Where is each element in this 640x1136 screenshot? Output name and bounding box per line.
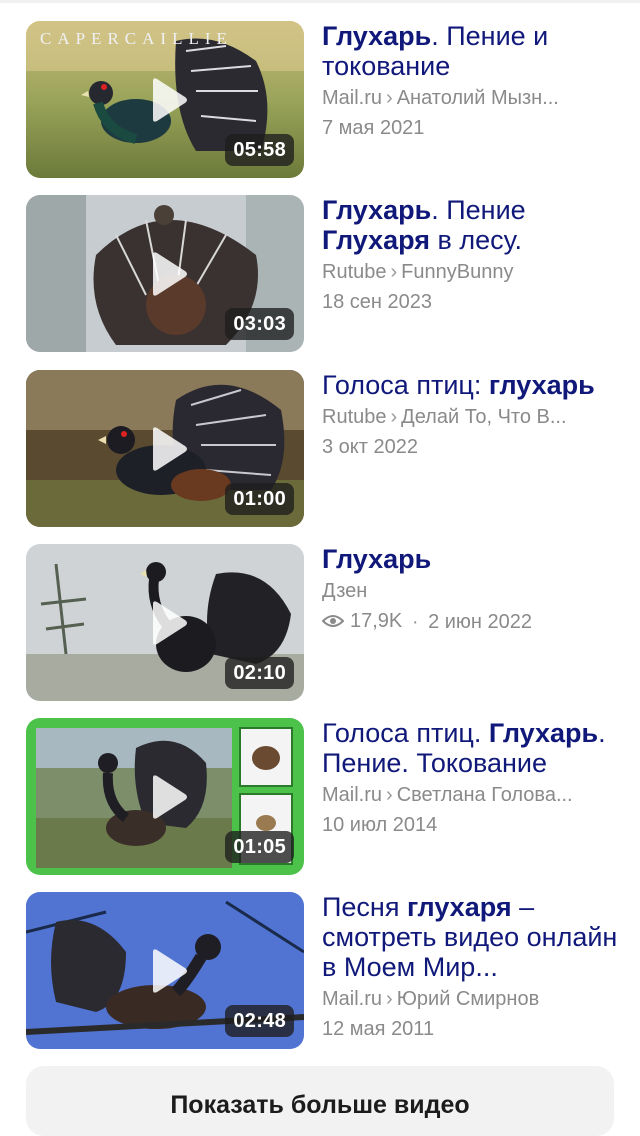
- title-bold-part: глухарь: [488, 370, 595, 400]
- play-icon[interactable]: [149, 77, 189, 123]
- breadcrumb-separator: ›: [386, 784, 393, 806]
- video-thumbnail[interactable]: 01:00: [26, 370, 304, 527]
- source-author: Анатолий Мызн...: [396, 87, 559, 109]
- video-duration: 03:03: [225, 308, 294, 340]
- video-thumbnail[interactable]: 01:05: [26, 718, 304, 875]
- video-duration: 01:05: [225, 831, 294, 863]
- video-result: 01:00 Голоса птиц: глухарь Rutube › Делай …: [26, 370, 626, 530]
- source-author: Юрий Смирнов: [396, 988, 540, 1010]
- title-bold-part: Глухарь: [322, 21, 432, 51]
- title-part: . Пение: [431, 195, 526, 225]
- source-site: Дзен: [322, 580, 368, 602]
- play-icon[interactable]: [149, 600, 189, 646]
- video-meta: Глухарь. Пение и токование Mail.ru › Анато…: [322, 21, 626, 140]
- video-source: Mail.ru › Светлана Голова...: [322, 783, 626, 807]
- title-bold-part: Глухарь: [322, 544, 432, 574]
- video-source: Rutube › FunnyBunny: [322, 260, 626, 284]
- eye-icon: [322, 615, 344, 627]
- title-bold-part: глухаря: [406, 892, 512, 922]
- video-meta: Песня глухаря – смотреть видео онлайн в …: [322, 892, 626, 1041]
- video-meta: Голоса птиц: глухарь Rutube › Делай То, Чт…: [322, 370, 626, 459]
- meta-separator: ·: [411, 611, 419, 633]
- video-duration: 01:00: [225, 483, 294, 515]
- play-icon[interactable]: [149, 948, 189, 994]
- video-date: 3 окт 2022: [322, 436, 418, 458]
- breadcrumb-separator: ›: [386, 87, 393, 109]
- title-part: в лесу.: [430, 225, 522, 255]
- video-title[interactable]: Глухарь. Пение и токование: [322, 21, 626, 81]
- video-source: Mail.ru › Юрий Смирнов: [322, 987, 626, 1011]
- breadcrumb-separator: ›: [386, 988, 393, 1010]
- title-bold-part: Глухарь: [322, 195, 432, 225]
- title-part: Песня: [322, 892, 407, 922]
- view-count-value: 17,9K: [350, 610, 403, 632]
- breadcrumb-separator: ›: [390, 261, 398, 283]
- title-part: Голоса птиц.: [322, 718, 489, 748]
- video-date: 10 июл 2014: [322, 814, 438, 836]
- video-meta: Глухарь Дзен 17,9K · 2 июн 2022: [322, 544, 626, 634]
- video-duration: 02:10: [225, 657, 294, 689]
- video-result: 01:05 Голоса птиц. Глухарь. Пение. Токов…: [26, 718, 626, 878]
- video-result: 02:48 Песня глухаря – смотреть видео онл…: [26, 892, 626, 1052]
- video-date: 2 июн 2022: [428, 611, 533, 633]
- top-divider: [0, 0, 640, 3]
- source-site: Mail.ru: [322, 87, 383, 109]
- video-thumbnail[interactable]: 02:48: [26, 892, 304, 1049]
- video-source: Mail.ru › Анатолий Мызн...: [322, 86, 626, 110]
- video-result: CAPERCAILLIE 05:58 Глухарь. Пение и токо…: [26, 21, 626, 181]
- play-icon[interactable]: [149, 426, 189, 472]
- title-part: Голоса птиц:: [322, 370, 489, 400]
- video-title[interactable]: Глухарь. Пение Глухаря в лесу.: [322, 195, 626, 255]
- source-site: Rutube: [322, 261, 387, 283]
- breadcrumb-separator: ›: [390, 406, 398, 428]
- source-site: Rutube: [322, 406, 387, 428]
- view-count: 17,9K: [322, 609, 402, 633]
- video-title[interactable]: Голоса птиц. Глухарь. Пение. Токование: [322, 718, 626, 778]
- video-meta: Глухарь. Пение Глухаря в лесу. Rutube › Fu…: [322, 195, 626, 314]
- video-title[interactable]: Голоса птиц: глухарь: [322, 370, 626, 400]
- video-date: 18 сен 2023: [322, 291, 433, 313]
- video-thumbnail[interactable]: 02:10: [26, 544, 304, 701]
- video-duration: 05:58: [225, 134, 294, 166]
- play-icon[interactable]: [149, 251, 189, 297]
- source-author: Делай То, Что В...: [401, 406, 567, 428]
- title-bold-part: Глухаря: [322, 225, 431, 255]
- video-meta: Голоса птиц. Глухарь. Пение. Токование M…: [322, 718, 626, 837]
- video-title[interactable]: Глухарь: [322, 544, 626, 574]
- video-thumbnail[interactable]: CAPERCAILLIE 05:58: [26, 21, 304, 178]
- source-author: Светлана Голова...: [396, 784, 573, 806]
- source-site: Mail.ru: [322, 784, 383, 806]
- video-result: 03:03 Глухарь. Пение Глухаря в лесу. Rut…: [26, 195, 626, 355]
- show-more-videos-button[interactable]: Показать больше видео: [26, 1066, 614, 1136]
- title-bold-part: Глухарь: [488, 718, 599, 748]
- source-author: FunnyBunny: [401, 261, 514, 283]
- video-source: Rutube › Делай То, Что В...: [322, 405, 626, 429]
- video-thumbnail[interactable]: 03:03: [26, 195, 304, 352]
- video-result: 02:10 Глухарь Дзен 17,9K · 2 июн 2022: [26, 544, 626, 704]
- video-source: Дзен: [322, 579, 626, 603]
- thumbnail-caption: CAPERCAILLIE: [40, 29, 233, 48]
- source-site: Mail.ru: [322, 988, 383, 1010]
- video-stats: 17,9K · 2 июн 2022: [322, 609, 626, 634]
- video-title[interactable]: Песня глухаря – смотреть видео онлайн в …: [322, 892, 626, 982]
- video-date: 12 мая 2011: [322, 1018, 435, 1040]
- video-date: 7 мая 2021: [322, 117, 425, 139]
- video-duration: 02:48: [225, 1005, 294, 1037]
- play-icon[interactable]: [149, 774, 189, 820]
